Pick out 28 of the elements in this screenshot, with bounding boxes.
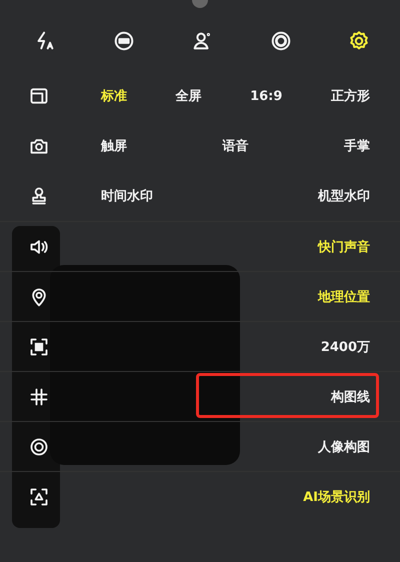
option-button[interactable]: 触屏: [101, 137, 127, 155]
grid-icon: [29, 386, 49, 406]
setting-toggle[interactable]: 2400万: [320, 338, 370, 356]
option-button[interactable]: 时间水印: [101, 187, 153, 205]
live-photo-icon: [270, 30, 292, 52]
frame-icon: [29, 86, 49, 106]
option-button[interactable]: 机型水印: [318, 187, 370, 205]
option-button[interactable]: 手掌: [344, 137, 370, 155]
option-button[interactable]: 全屏: [176, 87, 202, 105]
toolbar-button[interactable]: [348, 30, 370, 52]
setting-toggle[interactable]: 快门声音: [318, 238, 370, 256]
option-button[interactable]: 正方形: [330, 87, 370, 105]
setting-toggle[interactable]: 人像构图: [318, 438, 370, 456]
toolbar-button[interactable]: [112, 30, 134, 52]
hdr-icon: [112, 30, 134, 52]
target-icon: [29, 436, 49, 456]
settings-icon: [348, 30, 370, 52]
portrait-icon: [191, 30, 213, 52]
option-button[interactable]: 16:9: [250, 87, 282, 105]
setting-toggle[interactable]: 构图线: [331, 388, 370, 406]
option-button[interactable]: 标准: [101, 87, 127, 105]
toolbar-button[interactable]: [191, 30, 213, 52]
option-button[interactable]: 语音: [222, 137, 248, 155]
setting-toggle[interactable]: AI场景识别: [303, 488, 370, 506]
focus-frame-icon: [29, 336, 49, 356]
scan-icon: [29, 486, 49, 506]
toolbar-button[interactable]: [270, 30, 292, 52]
setting-toggle[interactable]: 地理位置: [318, 288, 370, 306]
